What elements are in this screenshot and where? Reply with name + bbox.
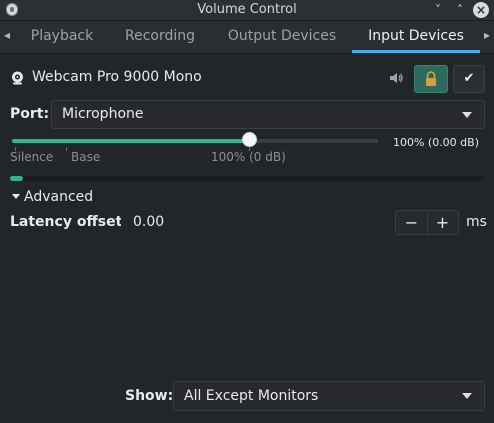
volume-slider-handle[interactable] (242, 132, 258, 147)
device-name: Webcam Pro 9000 Mono (32, 69, 202, 85)
latency-offset-input[interactable]: 0.00 (121, 210, 393, 235)
port-dropdown[interactable]: Microphone (51, 100, 485, 129)
silence-mark-label: Silence (10, 150, 54, 164)
tab-output-devices[interactable]: Output Devices (222, 21, 342, 53)
tab-scroll-right-icon[interactable]: ▸ (484, 28, 490, 42)
tab-recording[interactable]: Recording (113, 21, 207, 53)
increment-button[interactable]: + (427, 211, 458, 234)
peak-meter (10, 176, 485, 181)
device-header: Webcam Pro 9000 Mono ✔ (0, 62, 494, 94)
lock-channels-button[interactable] (414, 65, 448, 93)
maximize-button[interactable]: ˄ (452, 2, 468, 18)
latency-label: Latency offset: (10, 214, 128, 230)
close-button[interactable]: × (473, 2, 489, 18)
latency-value: 0.00 (133, 214, 165, 230)
base-mark-label: Base (71, 150, 101, 164)
chevron-down-icon (12, 194, 20, 199)
hundred-mark-label: 100% (0 dB) (211, 150, 286, 164)
chevron-down-icon (462, 393, 472, 399)
show-filter-dropdown[interactable]: All Except Monitors (173, 381, 485, 411)
minimize-button[interactable]: ˅ (430, 2, 446, 18)
title-bar: Volume Control ˅ ˄ × (0, 0, 494, 21)
peak-meter-fill (10, 176, 24, 181)
window-title: Volume Control (197, 2, 297, 17)
show-label: Show: (125, 388, 174, 404)
advanced-label: Advanced (24, 189, 94, 205)
tab-input-devices[interactable]: Input Devices (352, 21, 480, 53)
chevron-down-icon (462, 112, 472, 118)
webcam-icon (12, 71, 23, 85)
volume-slider-fill (12, 139, 250, 143)
set-default-button[interactable]: ✔ (453, 65, 485, 93)
latency-unit: ms (466, 214, 487, 230)
show-filter-value: All Except Monitors (184, 388, 319, 404)
tab-scroll-left-icon[interactable]: ◂ (4, 28, 10, 42)
tab-bar: ◂ Playback Recording Output Devices Inpu… (0, 21, 494, 54)
volume-readout: 100% (0.00 dB) (392, 136, 479, 149)
port-value: Microphone (62, 106, 144, 122)
check-icon: ✔ (463, 71, 475, 86)
tab-playback[interactable]: Playback (20, 21, 104, 53)
latency-stepper: − + (395, 210, 459, 235)
port-label: Port: (10, 106, 50, 122)
volume-slider-track[interactable] (12, 139, 378, 143)
speaker-icon (390, 73, 403, 83)
base-tick (66, 147, 67, 151)
advanced-expander[interactable]: Advanced (12, 189, 93, 205)
decrement-button[interactable]: − (396, 211, 428, 234)
lock-icon (426, 71, 436, 86)
